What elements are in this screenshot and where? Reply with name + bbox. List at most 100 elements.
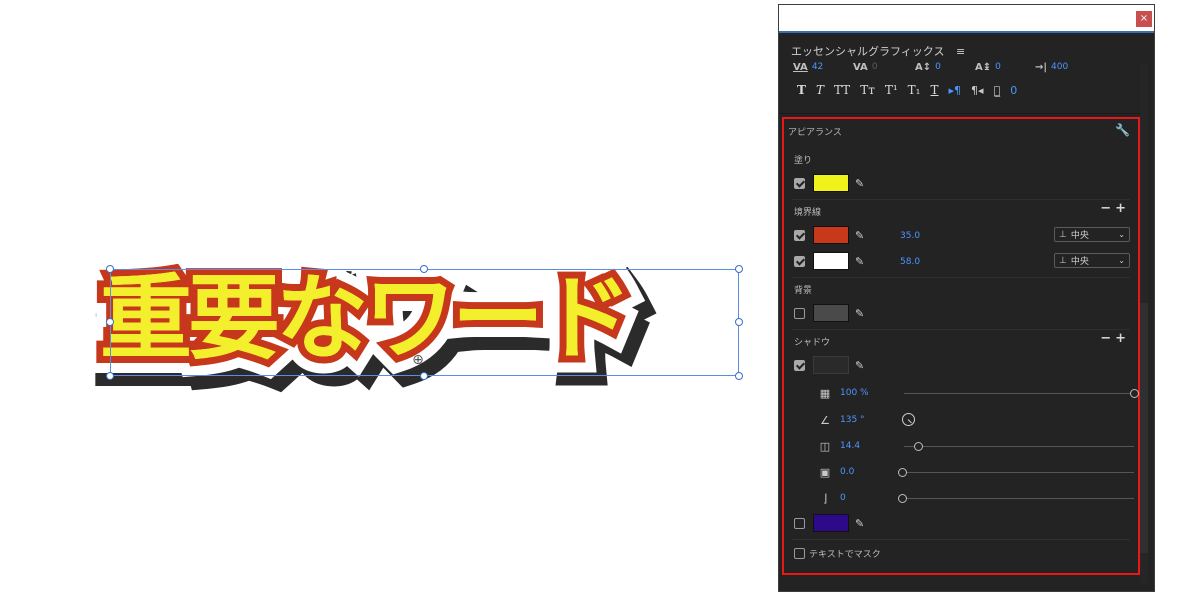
mask-with-text-row[interactable]: テキストでマスク — [794, 547, 881, 560]
shadow-size-row: ▣ 0.0 — [818, 463, 855, 481]
stroke-2-color-swatch[interactable] — [813, 252, 849, 270]
stroke-1-position-value: 中央 — [1070, 231, 1089, 241]
shadow-blur-knob[interactable] — [898, 494, 907, 503]
tsume-icon: あ̲ — [993, 83, 1001, 97]
mask-label: テキストでマスク — [809, 550, 881, 560]
shadow-checkbox[interactable] — [794, 359, 805, 371]
resize-handle-top-left[interactable] — [106, 265, 114, 273]
appearance-section: アピアランス 🔧 塗り ✎ 境界線 −+ ✎ 35.0 ⊥ 中央 ⌄ ✎ 58.… — [782, 117, 1140, 575]
stroke-2-position-value: 中央 — [1070, 257, 1089, 267]
shadow-distance-slider[interactable] — [904, 446, 1134, 447]
tracking-control[interactable]: VA 0 — [853, 59, 878, 75]
tracking-value[interactable]: 0 — [872, 62, 878, 72]
shadow-blur-value[interactable]: 0 — [840, 493, 846, 503]
leading-icon: A↨ — [975, 61, 992, 73]
kerning-control[interactable]: VA 42 — [793, 59, 823, 75]
stroke-2-width-value[interactable]: 58.0 — [900, 257, 920, 267]
tsume-value[interactable]: 0 — [1010, 84, 1017, 97]
background-color-swatch[interactable] — [813, 304, 849, 322]
background-row: ✎ — [794, 303, 864, 323]
panel-body: エッセンシャルグラフィックス ≡ VA 42 VA 0 A↕ 0 A↨ 0 →|… — [779, 33, 1154, 591]
shadow-label: シャドウ — [794, 338, 831, 348]
shadow-angle-row: ∠ 135 ° — [818, 411, 865, 429]
background-checkbox[interactable] — [794, 307, 805, 319]
leading-control[interactable]: A↨ 0 — [975, 59, 1001, 75]
eyedropper-icon[interactable]: ✎ — [855, 517, 864, 530]
shadow-distance-knob[interactable] — [914, 442, 923, 451]
size-icon: ▣ — [819, 465, 831, 479]
shadow-opacity-value[interactable]: 100 % — [840, 388, 869, 398]
panel-menu-icon[interactable]: ≡ — [956, 45, 965, 58]
tab-width-value[interactable]: 400 — [1051, 62, 1068, 72]
stroke-1-checkbox[interactable] — [794, 229, 805, 241]
underline-button[interactable]: T — [931, 83, 939, 97]
shadow-angle-value[interactable]: 135 ° — [840, 415, 865, 425]
resize-handle-top-right[interactable] — [735, 265, 743, 273]
extra-color-row: ✎ — [794, 513, 864, 533]
divider — [779, 113, 1140, 114]
angle-icon: ∠ — [820, 413, 830, 427]
eyedropper-icon[interactable]: ✎ — [855, 359, 864, 372]
distance-icon: ◫ — [819, 439, 831, 453]
resize-handle-bottom-left[interactable] — [106, 372, 114, 380]
shadow-opacity-slider[interactable] — [904, 393, 1134, 394]
resize-handle-bottom-right[interactable] — [735, 372, 743, 380]
stroke-2-checkbox[interactable] — [794, 255, 805, 267]
extra-checkbox[interactable] — [794, 517, 805, 529]
superscript-button[interactable]: T¹ — [885, 83, 898, 97]
extra-color-swatch[interactable] — [813, 514, 849, 532]
eyedropper-icon[interactable]: ✎ — [855, 229, 864, 242]
program-monitor-canvas: 重要なワード 重要なワード 重要なワード 重要なワード ⊕ — [0, 0, 775, 600]
stroke-add-remove[interactable]: −+ — [1100, 201, 1130, 216]
baseline-shift-control[interactable]: A↕ 0 — [915, 59, 941, 75]
shadow-size-value[interactable]: 0.0 — [840, 467, 854, 477]
shadow-angle-dial[interactable] — [902, 413, 915, 426]
panel-scrollbar[interactable] — [1140, 63, 1148, 583]
small-caps-button[interactable]: Tт — [860, 83, 875, 97]
eyedropper-icon[interactable]: ✎ — [855, 255, 864, 268]
tab-width-icon: →| — [1035, 61, 1048, 73]
shadow-color-swatch[interactable] — [813, 356, 849, 374]
divider — [792, 277, 1130, 278]
shadow-opacity-knob[interactable] — [1130, 389, 1139, 398]
tab-width-control[interactable]: →| 400 — [1035, 59, 1068, 75]
fill-row: ✎ — [794, 173, 864, 193]
ltr-paragraph-icon[interactable]: ▸¶ — [949, 84, 962, 97]
shadow-blur-slider[interactable] — [902, 498, 1134, 499]
shadow-size-knob[interactable] — [898, 468, 907, 477]
shadow-opacity-row: ▦ 100 % — [818, 384, 869, 402]
stroke-1-position-select[interactable]: ⊥ 中央 ⌄ — [1054, 227, 1130, 242]
baseline-shift-icon: A↕ — [915, 61, 932, 73]
wrench-icon[interactable]: 🔧 — [1115, 123, 1130, 137]
essential-graphics-panel: × エッセンシャルグラフィックス ≡ VA 42 VA 0 A↕ 0 A↨ 0 … — [778, 4, 1155, 592]
stroke-1-color-swatch[interactable] — [813, 226, 849, 244]
resize-handle-right[interactable] — [735, 318, 743, 326]
resize-handle-bottom[interactable] — [420, 372, 428, 380]
subscript-button[interactable]: T₁ — [908, 83, 921, 97]
scrollbar-thumb[interactable] — [1140, 303, 1148, 553]
fill-checkbox[interactable] — [794, 177, 805, 189]
shadow-add-remove[interactable]: −+ — [1100, 331, 1130, 346]
shadow-size-slider[interactable] — [902, 472, 1134, 473]
all-caps-button[interactable]: TT — [834, 83, 850, 97]
eyedropper-icon[interactable]: ✎ — [855, 177, 864, 190]
stroke-2-position-select[interactable]: ⊥ 中央 ⌄ — [1054, 253, 1130, 268]
kerning-value[interactable]: 42 — [812, 62, 823, 72]
rtl-paragraph-icon[interactable]: ¶◂ — [971, 84, 984, 97]
shadow-distance-value[interactable]: 14.4 — [840, 441, 860, 451]
stroke-1-width-value[interactable]: 35.0 — [900, 231, 920, 241]
mask-checkbox[interactable] — [794, 548, 805, 559]
fill-color-swatch[interactable] — [813, 174, 849, 192]
eyedropper-icon[interactable]: ✎ — [855, 307, 864, 320]
align-icon: ⊥ — [1059, 229, 1067, 240]
stroke-row-1: ✎ — [794, 225, 864, 245]
shadow-blur-row: ⌋ 0 — [818, 489, 846, 507]
leading-value[interactable]: 0 — [995, 62, 1001, 72]
anchor-point-icon[interactable]: ⊕ — [410, 352, 426, 368]
faux-bold-button[interactable]: T — [797, 83, 806, 97]
resize-handle-left[interactable] — [106, 318, 114, 326]
faux-italic-button[interactable]: T — [816, 83, 824, 97]
resize-handle-top[interactable] — [420, 265, 428, 273]
close-button[interactable]: × — [1136, 11, 1152, 27]
baseline-shift-value[interactable]: 0 — [935, 62, 941, 72]
